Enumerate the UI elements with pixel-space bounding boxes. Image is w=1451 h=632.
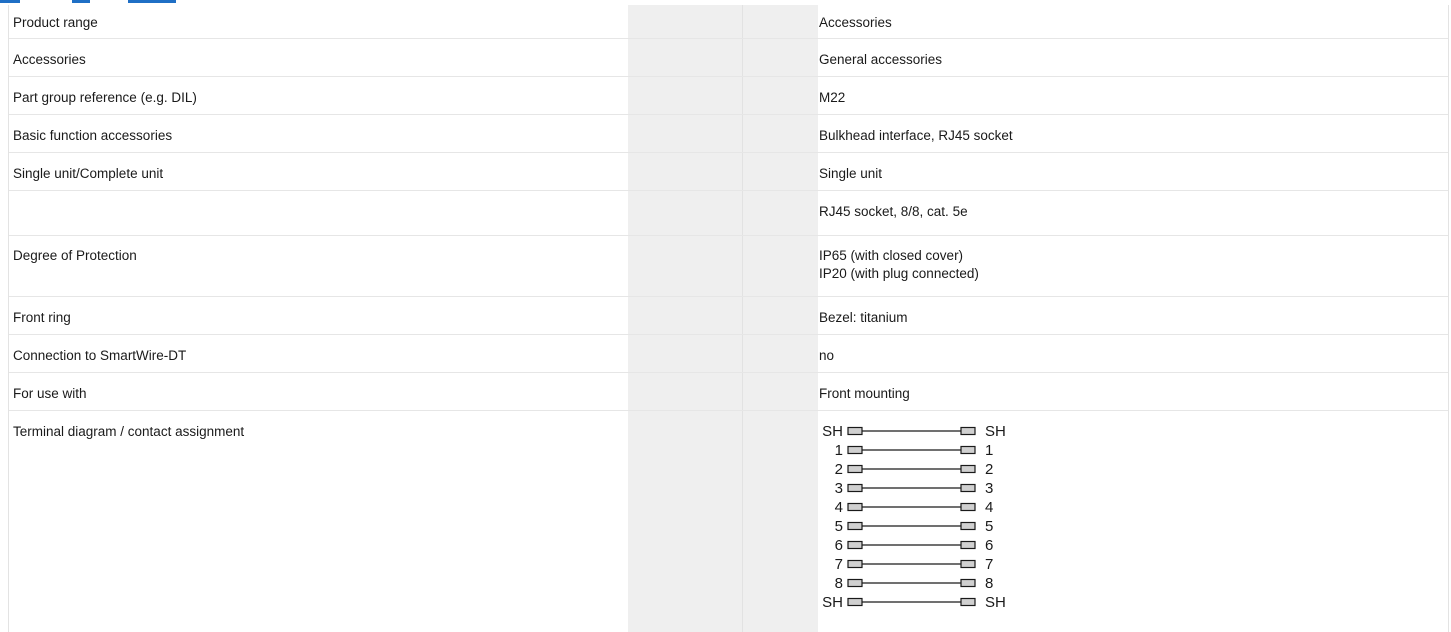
terminal-diagram: SH SH1 12 23 34 45 56 67 78 8SH SH bbox=[822, 423, 1006, 611]
table-row: Terminal diagram / contact assignment SH… bbox=[9, 411, 1448, 632]
pin-label-left: 6 bbox=[835, 537, 843, 554]
table-row: Single unit/Complete unit Single unit bbox=[9, 153, 1448, 191]
spec-table: Product range Accessories Accessories Ge… bbox=[8, 5, 1449, 632]
table-row: Accessories General accessories bbox=[9, 39, 1448, 77]
terminal-pin-row: 55 bbox=[835, 518, 994, 535]
terminal-block-right bbox=[960, 502, 976, 512]
terminal-pin-row: SH SH bbox=[822, 594, 1006, 611]
table-row: Part group reference (e.g. DIL) M22 bbox=[9, 77, 1448, 115]
terminal-pin-row: 11 bbox=[835, 442, 994, 459]
pin-label-left: 1 bbox=[835, 442, 843, 459]
table-row: Degree of Protection IP65 (with closed c… bbox=[9, 236, 1448, 297]
accent-bar bbox=[72, 0, 90, 3]
row-value: Single unit bbox=[819, 166, 883, 181]
terminal-block-right bbox=[960, 597, 976, 607]
row-label: Accessories bbox=[13, 52, 86, 67]
terminal-pin-row: 44 bbox=[835, 499, 994, 516]
terminal-pin-row: 66 bbox=[835, 537, 994, 554]
row-label: For use with bbox=[13, 386, 87, 401]
terminal-pin-row: SH SH bbox=[822, 423, 1006, 440]
terminal-block-left bbox=[847, 464, 863, 474]
pin-label-right: SH bbox=[985, 423, 1006, 440]
terminal-block-right bbox=[960, 445, 976, 455]
pin-label-left: SH bbox=[822, 423, 843, 440]
terminal-pin-row: 77 bbox=[835, 556, 994, 573]
terminal-block-left bbox=[847, 445, 863, 455]
row-label: Part group reference (e.g. DIL) bbox=[13, 90, 197, 105]
terminal-block-left bbox=[847, 426, 863, 436]
pin-label-left: 3 bbox=[835, 480, 843, 497]
pin-label-right: SH bbox=[985, 594, 1006, 611]
row-value-multiline: IP65 (with closed cover) IP20 (with plug… bbox=[819, 247, 979, 283]
terminal-block-left bbox=[847, 559, 863, 569]
row-value: Bezel: titanium bbox=[819, 310, 908, 325]
row-value: RJ45 socket, 8/8, cat. 5e bbox=[819, 204, 968, 219]
terminal-block-right bbox=[960, 578, 976, 588]
row-label: Product range bbox=[13, 15, 98, 30]
terminal-pin-row: 22 bbox=[835, 461, 994, 478]
row-label: Degree of Protection bbox=[13, 248, 137, 263]
value-line: IP65 (with closed cover) bbox=[819, 248, 964, 263]
terminal-pins: SH SH1 12 23 34 45 56 67 78 8SH SH bbox=[822, 423, 1006, 611]
pin-label-left: SH bbox=[822, 594, 843, 611]
accent-bar bbox=[128, 0, 176, 3]
pin-label-right: 7 bbox=[985, 556, 993, 573]
row-value: Accessories bbox=[819, 15, 892, 30]
pin-label-right: 4 bbox=[985, 499, 993, 516]
table-row: Front ring Bezel: titanium bbox=[9, 297, 1448, 335]
terminal-block-right bbox=[960, 426, 976, 436]
table-row: Product range Accessories bbox=[9, 5, 1448, 39]
row-label: Connection to SmartWire-DT bbox=[13, 348, 187, 363]
row-value: General accessories bbox=[819, 52, 943, 67]
table-row: RJ45 socket, 8/8, cat. 5e bbox=[9, 191, 1448, 236]
terminal-block-left bbox=[847, 540, 863, 550]
table-row: Connection to SmartWire-DT no bbox=[9, 335, 1448, 373]
row-value: Bulkhead interface, RJ45 socket bbox=[819, 128, 1013, 143]
pin-label-left: 2 bbox=[835, 461, 843, 478]
terminal-block-left bbox=[847, 483, 863, 493]
pin-label-left: 4 bbox=[835, 499, 843, 516]
terminal-block-left bbox=[847, 502, 863, 512]
terminal-block-right bbox=[960, 483, 976, 493]
pin-label-right: 5 bbox=[985, 518, 993, 535]
row-label: Front ring bbox=[13, 310, 71, 325]
accent-bar bbox=[0, 0, 20, 3]
terminal-block-left bbox=[847, 521, 863, 531]
terminal-block-right bbox=[960, 559, 976, 569]
row-value: no bbox=[819, 348, 835, 363]
terminal-pin-row: 33 bbox=[835, 480, 994, 497]
terminal-block-right bbox=[960, 521, 976, 531]
pin-label-right: 3 bbox=[985, 480, 993, 497]
pin-label-right: 6 bbox=[985, 537, 993, 554]
pin-label-right: 2 bbox=[985, 461, 993, 478]
row-label: Basic function accessories bbox=[13, 128, 173, 143]
table-row: Basic function accessories Bulkhead inte… bbox=[9, 115, 1448, 153]
terminal-block-right bbox=[960, 540, 976, 550]
table-row: For use with Front mounting bbox=[9, 373, 1448, 411]
row-label: Single unit/Complete unit bbox=[13, 166, 164, 181]
terminal-block-left bbox=[847, 578, 863, 588]
row-value: Front mounting bbox=[819, 386, 910, 401]
value-line: IP20 (with plug connected) bbox=[819, 266, 979, 281]
pin-label-left: 5 bbox=[835, 518, 843, 535]
terminal-pin-row: 88 bbox=[835, 575, 994, 592]
terminal-block-right bbox=[960, 464, 976, 474]
terminal-block-left bbox=[847, 597, 863, 607]
pin-label-right: 8 bbox=[985, 575, 993, 592]
pin-label-left: 7 bbox=[835, 556, 843, 573]
row-value: M22 bbox=[819, 90, 846, 105]
pin-label-left: 8 bbox=[835, 575, 843, 592]
pin-label-right: 1 bbox=[985, 442, 993, 459]
